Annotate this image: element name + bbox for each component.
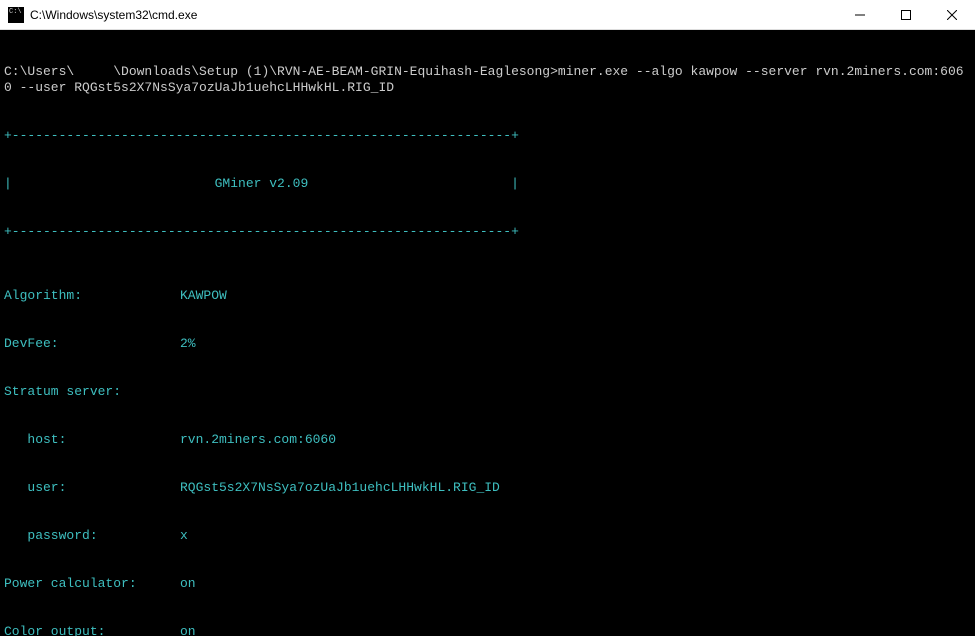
setting-devfee: DevFee:2%: [0, 336, 975, 352]
setting-pass: password:x: [0, 528, 975, 544]
close-icon: [947, 10, 957, 20]
prompt: C:\Users\ \Downloads\Setup (1)\RVN-AE-BE…: [4, 64, 558, 79]
minimize-icon: [855, 10, 865, 20]
cmd-icon: [8, 7, 24, 23]
terminal[interactable]: C:\Users\ \Downloads\Setup (1)\RVN-AE-BE…: [0, 30, 975, 636]
prompt-line: C:\Users\ \Downloads\Setup (1)\RVN-AE-BE…: [0, 64, 975, 96]
minimize-button[interactable]: [837, 0, 883, 29]
maximize-icon: [901, 10, 911, 20]
setting-power: Power calculator:on: [0, 576, 975, 592]
window-controls: [837, 0, 975, 29]
setting-user: user:RQGst5s2X7NsSya7ozUaJb1uehcLHHwkHL.…: [0, 480, 975, 496]
title-bar: C:\Windows\system32\cmd.exe: [0, 0, 975, 30]
setting-algorithm: Algorithm:KAWPOW: [0, 288, 975, 304]
setting-host: host:rvn.2miners.com:6060: [0, 432, 975, 448]
banner-sep-bot: +---------------------------------------…: [0, 224, 975, 240]
banner-sep-top: +---------------------------------------…: [0, 128, 975, 144]
close-button[interactable]: [929, 0, 975, 29]
window-title: C:\Windows\system32\cmd.exe: [30, 8, 837, 22]
setting-stratum: Stratum server:: [0, 384, 975, 400]
maximize-button[interactable]: [883, 0, 929, 29]
banner-title: | GMiner v2.09 |: [0, 176, 975, 192]
setting-color: Color output:on: [0, 624, 975, 636]
